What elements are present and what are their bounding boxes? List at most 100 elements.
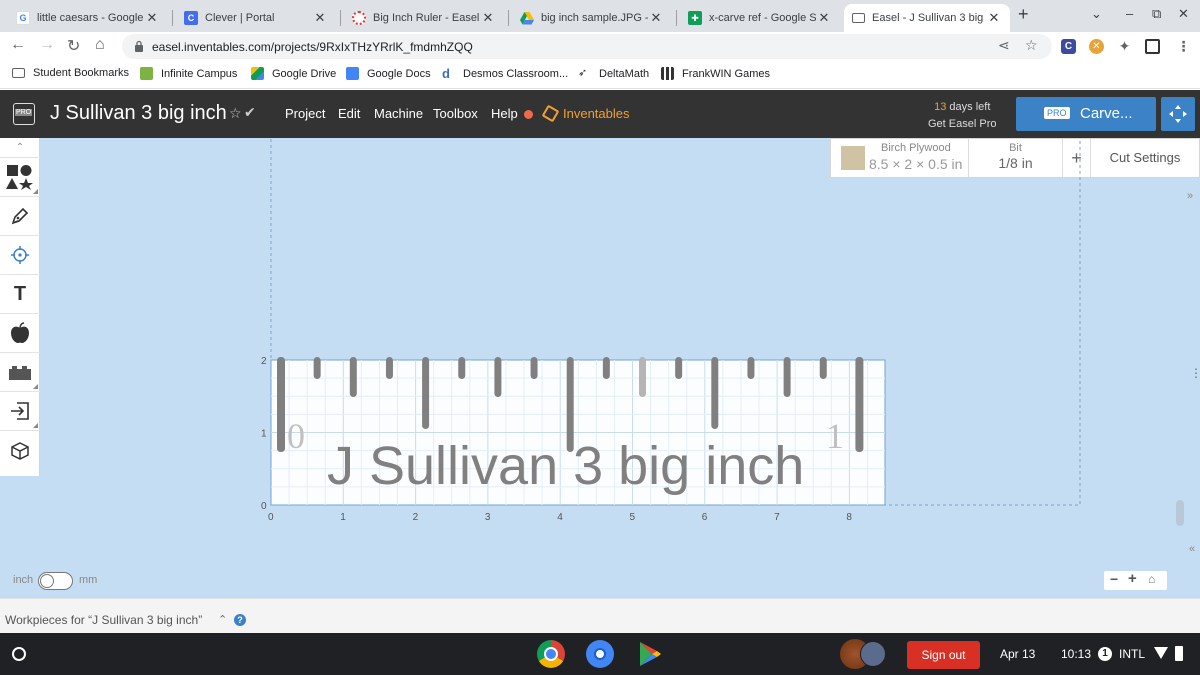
easel-pro-logo[interactable]: PRO bbox=[13, 103, 35, 125]
cube-icon bbox=[11, 441, 29, 460]
canvas[interactable]: 0 1 J Sullivan 3 big inch 0 1 2 3 4 5 6 7 8 2 1 0 bbox=[40, 138, 1200, 538]
parts-tool[interactable] bbox=[0, 353, 40, 392]
x-axis-tick-label: 2 bbox=[413, 512, 419, 523]
bookmark-google-docs[interactable]: Google Docs bbox=[346, 67, 431, 80]
tab-easel-active[interactable]: Easel - J Sullivan 3 big ✕ bbox=[844, 4, 1010, 32]
bookmark-google-drive[interactable]: Google Drive bbox=[251, 67, 336, 80]
close-window-icon[interactable]: ✕ bbox=[1178, 6, 1189, 22]
text-tool[interactable]: T bbox=[0, 275, 40, 314]
bookmark-label: Infinite Campus bbox=[161, 67, 238, 80]
bookmark-student-bookmarks[interactable]: Student Bookmarks bbox=[12, 67, 129, 79]
tab-title: x-carve ref - Google She bbox=[709, 12, 816, 24]
side-panel-icon[interactable] bbox=[1145, 39, 1160, 54]
tab-title: Big Inch Ruler - Easel bbox=[373, 12, 480, 24]
back-icon[interactable]: ← bbox=[10, 36, 26, 54]
close-icon[interactable]: ✕ bbox=[144, 10, 160, 26]
chevron-up-icon[interactable]: ⌃ bbox=[218, 613, 227, 626]
bookmark-infinite-campus[interactable]: Infinite Campus bbox=[140, 67, 237, 80]
menu-edit[interactable]: Edit bbox=[338, 106, 360, 121]
launcher-icon[interactable] bbox=[12, 647, 26, 661]
design-workspace[interactable]: ⌃ T Birch Plywood 8.5 × 2 × 0.5 in Bit 1… bbox=[0, 138, 1200, 608]
tab-title: Clever | Portal bbox=[205, 12, 275, 24]
star-icon[interactable]: ☆ bbox=[1025, 37, 1038, 54]
workpiece[interactable]: 0 1 J Sullivan 3 big inch bbox=[270, 357, 886, 506]
vertical-scrollbar[interactable] bbox=[1176, 500, 1184, 526]
close-icon[interactable]: ✕ bbox=[648, 10, 664, 26]
zoom-controls: − + ⌂ bbox=[1104, 570, 1167, 590]
menu-project[interactable]: Project bbox=[285, 106, 325, 121]
camera-app-icon[interactable] bbox=[586, 640, 614, 668]
zoom-in-button[interactable]: + bbox=[1128, 570, 1137, 587]
ruler-tick bbox=[819, 357, 827, 379]
date-label[interactable]: Apr 13 bbox=[1000, 647, 1035, 661]
close-icon[interactable]: ✕ bbox=[986, 10, 1002, 26]
bookmark-desmos[interactable]: d Desmos Classroom... bbox=[442, 67, 568, 80]
3d-preview-tool[interactable] bbox=[0, 431, 40, 470]
tab-big-inch-ruler[interactable]: Big Inch Ruler - Easel ✕ bbox=[344, 4, 504, 32]
pro-badge: PRO bbox=[1044, 107, 1070, 119]
restore-icon[interactable]: ⧉ bbox=[1152, 6, 1161, 22]
menu-machine[interactable]: Machine bbox=[374, 106, 423, 121]
shapes-tool[interactable] bbox=[0, 158, 40, 197]
address-bar[interactable]: easel.inventables.com/projects/9RxIxTHzY… bbox=[122, 34, 1052, 59]
share-icon[interactable]: ⋖ bbox=[998, 37, 1010, 54]
import-tool[interactable] bbox=[0, 392, 40, 431]
bookmark-frankwin-games[interactable]: FrankWIN Games bbox=[661, 67, 770, 80]
minimize-icon[interactable]: – bbox=[1126, 6, 1133, 21]
home-view-icon[interactable]: ⌂ bbox=[1148, 572, 1155, 586]
chevron-left-icon[interactable]: « bbox=[1189, 543, 1195, 555]
wifi-icon[interactable] bbox=[1154, 647, 1168, 659]
zoom-out-button[interactable]: − bbox=[1110, 571, 1118, 587]
chevron-right-icon[interactable]: » bbox=[1187, 190, 1193, 202]
tab-little-caesars[interactable]: G little caesars - Google S ✕ bbox=[8, 4, 168, 32]
home-icon[interactable]: ⌂ bbox=[95, 36, 105, 54]
tab-big-inch-sample[interactable]: big inch sample.JPG - G ✕ bbox=[512, 4, 672, 32]
reload-icon[interactable]: ↻ bbox=[67, 36, 80, 56]
close-icon[interactable]: ✕ bbox=[312, 10, 328, 26]
collapse-toolbar-button[interactable]: ⌃ bbox=[0, 138, 40, 158]
expand-machine-button[interactable] bbox=[1161, 97, 1195, 131]
workpieces-bar[interactable]: Workpieces for “J Sullivan 3 big inch” ⌃… bbox=[0, 598, 1200, 633]
tab-search-icon[interactable]: ⌄ bbox=[1091, 6, 1102, 22]
clever-extension-icon[interactable]: C bbox=[1061, 39, 1076, 54]
help-icon[interactable]: ? bbox=[234, 614, 246, 626]
close-icon[interactable]: ✕ bbox=[480, 10, 496, 26]
extensions-puzzle-icon[interactable]: ✦ bbox=[1117, 39, 1132, 54]
keyboard-layout-label[interactable]: INTL bbox=[1119, 647, 1145, 661]
project-title[interactable]: J Sullivan 3 big inch bbox=[50, 102, 227, 125]
battery-icon[interactable] bbox=[1175, 646, 1183, 661]
unit-toggle[interactable] bbox=[38, 572, 73, 590]
menu-toolbox[interactable]: Toolbox bbox=[433, 106, 478, 121]
get-easel-pro-link[interactable]: Get Easel Pro bbox=[928, 118, 996, 130]
notification-badge[interactable]: 1 bbox=[1098, 647, 1112, 661]
tab-clever-portal[interactable]: C Clever | Portal ✕ bbox=[176, 4, 336, 32]
menu-inventables[interactable]: Inventables bbox=[563, 106, 630, 121]
close-icon[interactable]: ✕ bbox=[816, 10, 832, 26]
apps-tool[interactable] bbox=[0, 314, 40, 353]
carve-button[interactable]: PRO Carve... bbox=[1016, 97, 1156, 131]
forward-icon[interactable]: → bbox=[39, 36, 55, 54]
chrome-icon[interactable] bbox=[537, 640, 565, 668]
extension-badge-icon[interactable]: ✕ bbox=[1089, 39, 1104, 54]
pen-tool[interactable] bbox=[0, 197, 40, 236]
inventables-logo-icon bbox=[541, 104, 560, 123]
bookmark-deltamath[interactable]: ➶ DeltaMath bbox=[578, 67, 649, 80]
trial-notice[interactable]: 13 days left Get Easel Pro bbox=[928, 99, 996, 133]
url-text: easel.inventables.com/projects/9RxIxTHzY… bbox=[152, 40, 473, 54]
google-drive-icon bbox=[251, 67, 264, 80]
account-avatars[interactable] bbox=[840, 639, 892, 669]
carve-label: Carve... bbox=[1080, 105, 1133, 122]
sign-out-button[interactable]: Sign out bbox=[907, 641, 980, 669]
menu-kebab-icon[interactable]: ⋮ bbox=[1176, 39, 1191, 54]
play-store-icon[interactable] bbox=[638, 641, 662, 672]
new-tab-icon[interactable]: + bbox=[1018, 4, 1029, 25]
google-drive-icon bbox=[520, 11, 534, 25]
star-icon[interactable]: ☆ bbox=[229, 105, 242, 122]
menu-help[interactable]: Help bbox=[491, 106, 518, 121]
more-options-icon[interactable]: ⋮ bbox=[1190, 366, 1200, 380]
ruler-tick bbox=[422, 357, 430, 429]
clock-label[interactable]: 10:13 bbox=[1061, 647, 1091, 661]
browser-tab-strip: G little caesars - Google S ✕ C Clever |… bbox=[0, 0, 1200, 32]
point-tool[interactable] bbox=[0, 236, 40, 275]
tab-x-carve-ref[interactable]: ✚ x-carve ref - Google She ✕ bbox=[680, 4, 840, 32]
